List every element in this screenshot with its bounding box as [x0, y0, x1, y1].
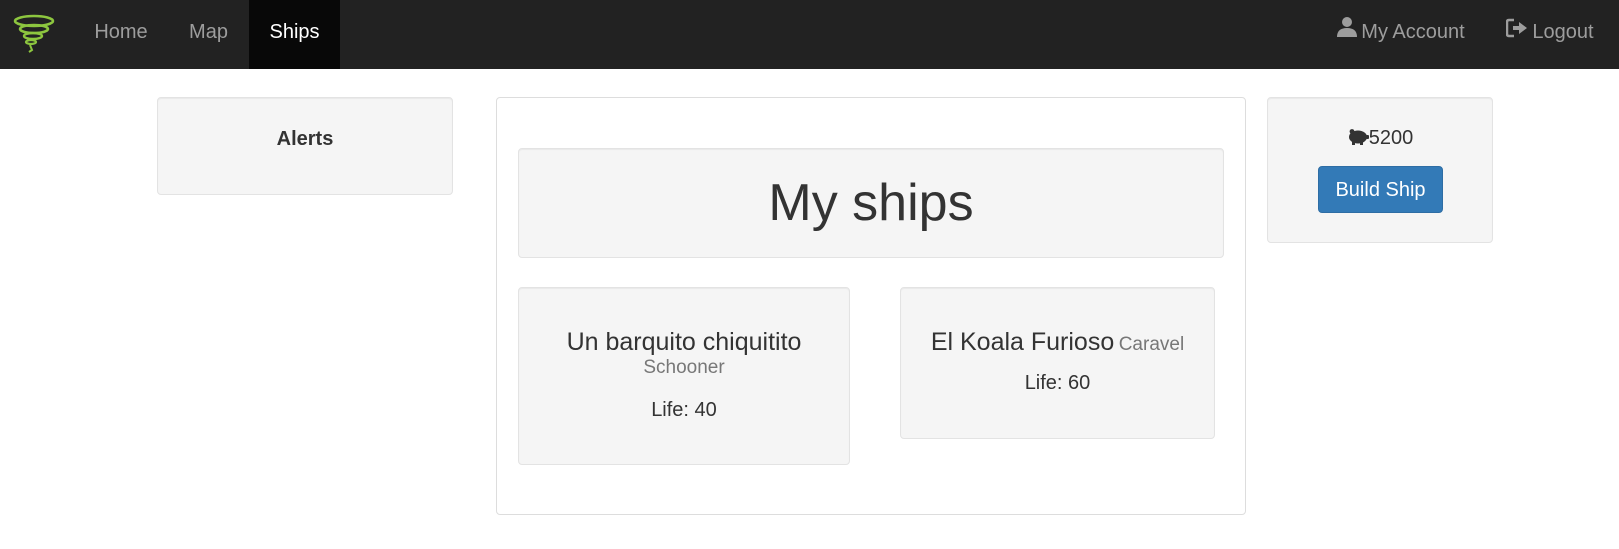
nav-logout[interactable]: Logout: [1497, 0, 1603, 69]
piggy-bank-icon: [1347, 128, 1369, 152]
alerts-panel: Alerts: [157, 97, 453, 195]
resources-panel: 5200 Build Ship: [1267, 97, 1493, 243]
coin-balance: 5200: [1268, 127, 1492, 152]
alerts-title: Alerts: [276, 128, 334, 150]
nav-home-label: Home: [94, 21, 148, 44]
nav-ships[interactable]: Ships: [249, 0, 340, 69]
ship-name: El Koala Furioso: [930, 328, 1115, 356]
page-title-jumbotron: My ships: [518, 148, 1224, 258]
nav-map[interactable]: Map: [168, 0, 249, 69]
build-ship-button[interactable]: Build Ship: [1318, 166, 1443, 213]
nav-map-label: Map: [189, 21, 228, 44]
nav-ships-label: Ships: [269, 21, 320, 44]
nav-my-account[interactable]: My Account: [1326, 0, 1476, 69]
logout-icon: [1506, 0, 1528, 65]
user-icon: [1337, 0, 1358, 65]
tornado-logo-icon[interactable]: [12, 14, 56, 54]
page-title: My ships: [768, 174, 974, 232]
nav-home[interactable]: Home: [74, 0, 168, 69]
ship-name: Un barquito chiquitito: [566, 328, 802, 356]
ship-heading: El Koala Furioso Caravel: [901, 327, 1214, 357]
my-ships-section: My ships Un barquito chiquitito Schooner…: [496, 97, 1246, 515]
ship-card[interactable]: Un barquito chiquitito Schooner Life: 40: [518, 287, 850, 465]
ship-type: Caravel: [1118, 334, 1185, 355]
ship-heading: Un barquito chiquitito Schooner: [519, 327, 849, 379]
ship-life: Life: 40: [651, 399, 717, 421]
ship-life: Life: 60: [1024, 372, 1091, 394]
nav-logout-label: Logout: [1532, 21, 1594, 44]
ship-card[interactable]: El Koala Furioso Caravel Life: 60: [900, 287, 1215, 439]
top-navbar: Home Map Ships My Account Logout: [0, 0, 1619, 69]
ship-type: Schooner: [643, 357, 725, 378]
coin-amount: 5200: [1368, 127, 1414, 149]
nav-my-account-label: My Account: [1361, 21, 1465, 44]
